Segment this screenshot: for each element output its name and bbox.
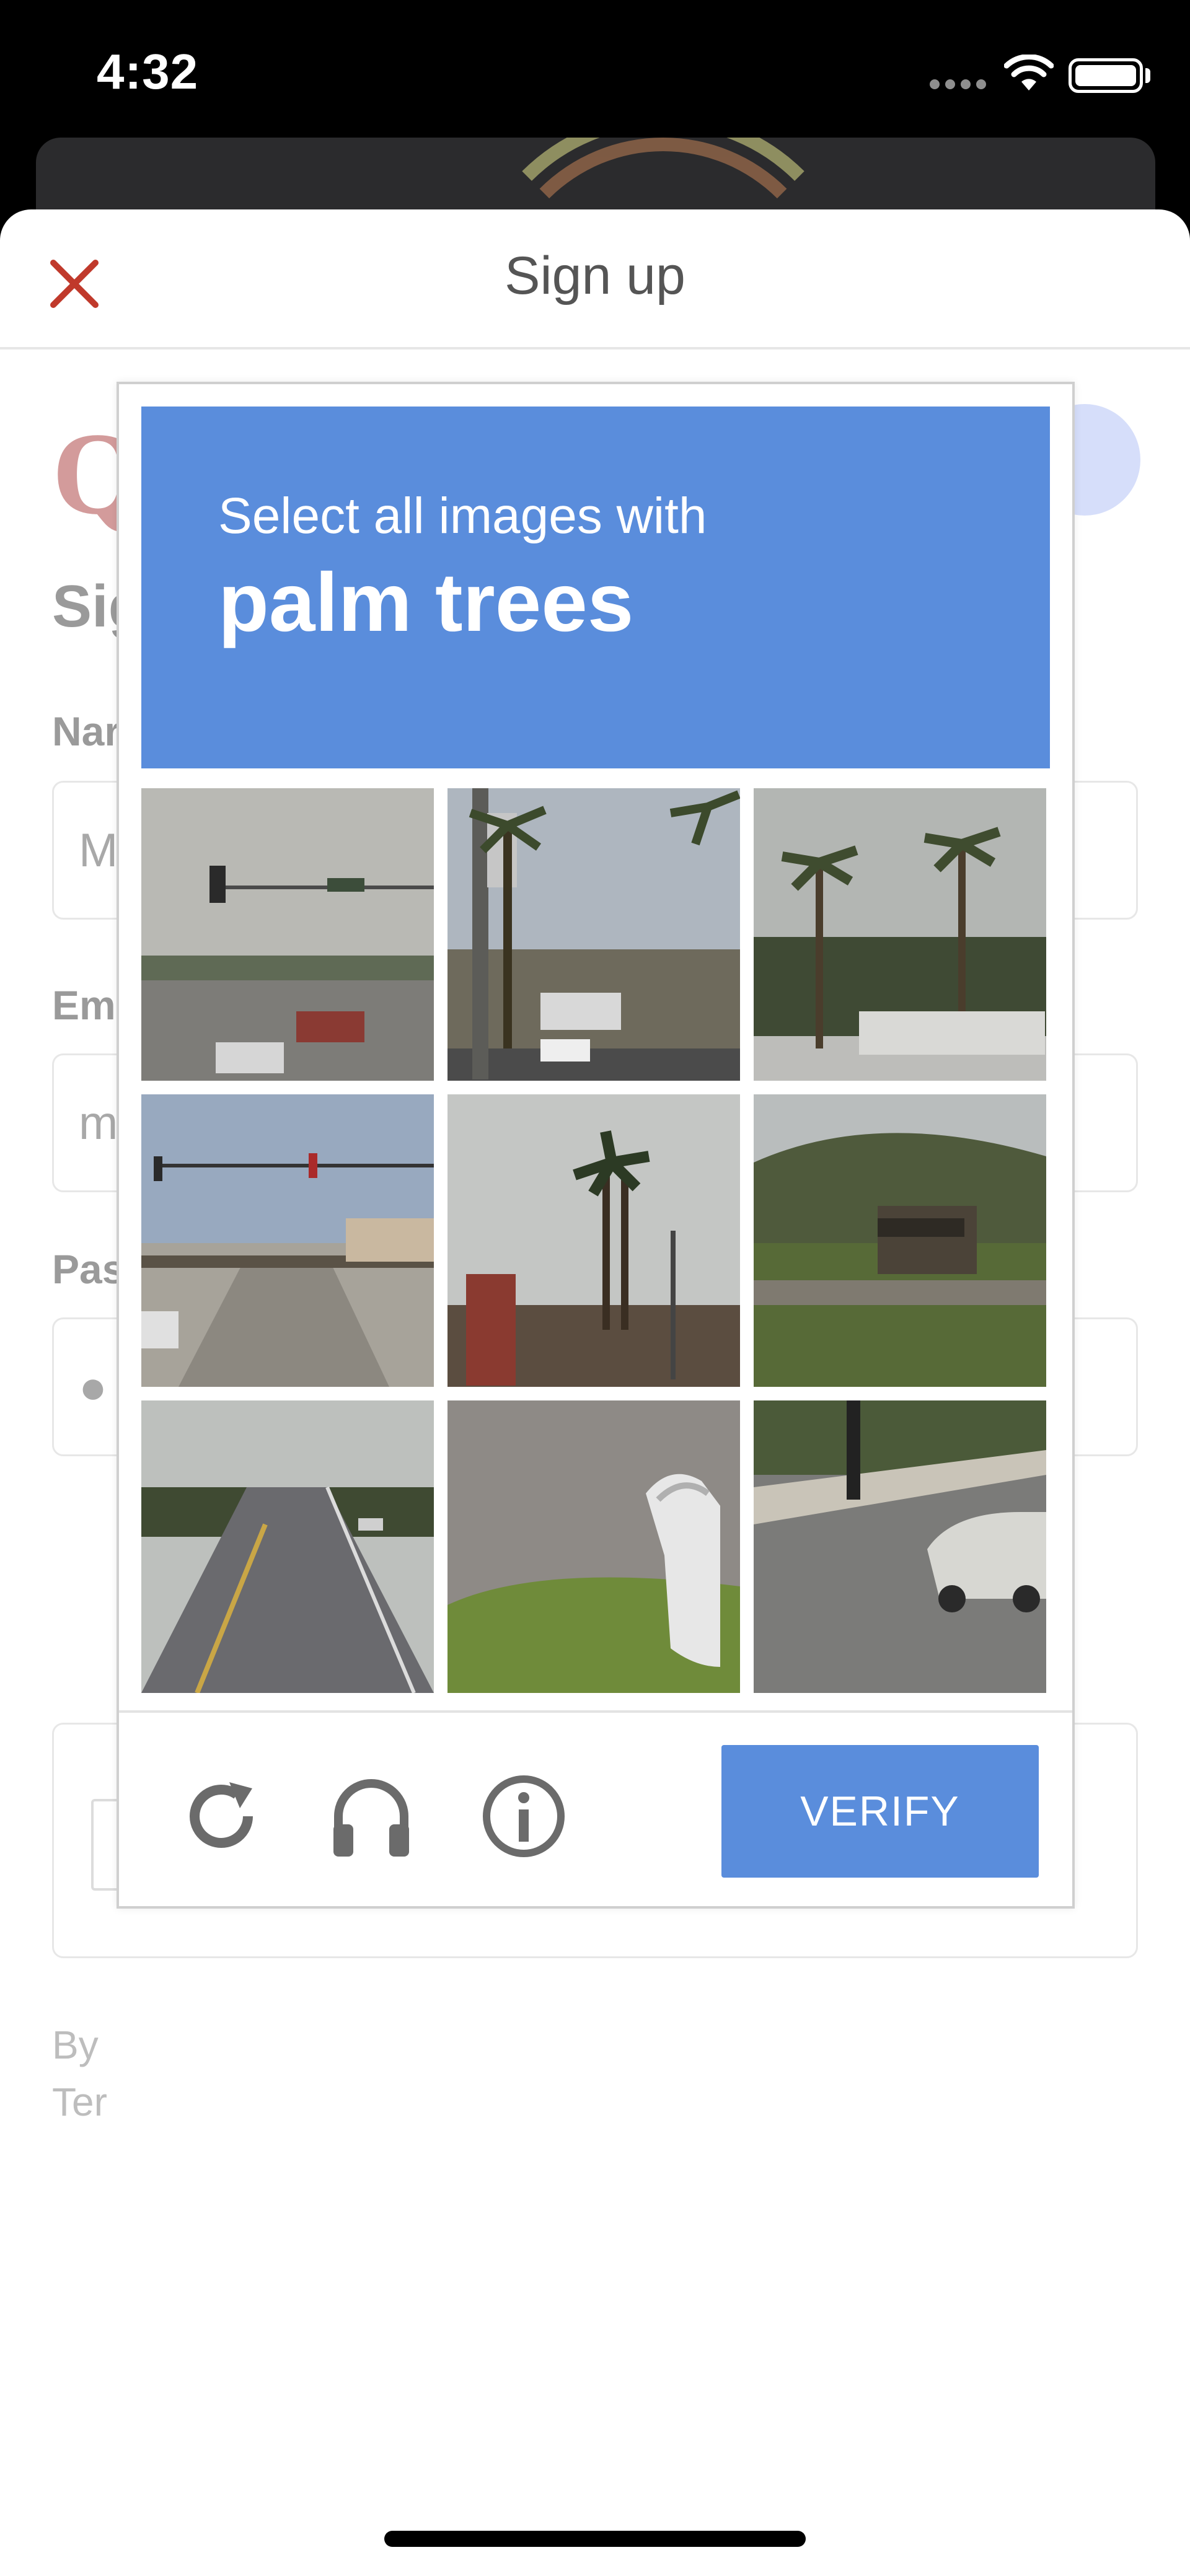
email-label: Em xyxy=(52,982,116,1028)
password-label: Pas xyxy=(52,1246,125,1292)
captcha-tile-6[interactable] xyxy=(754,1094,1046,1387)
home-indicator[interactable] xyxy=(384,2531,806,2547)
captcha-instruction: Select all images with xyxy=(218,488,707,544)
sheet-title: Sign up xyxy=(505,246,685,306)
captcha-image-grid xyxy=(141,788,1050,1693)
terms-line-1: By xyxy=(52,2023,99,2067)
captcha-header: Select all images with palm trees xyxy=(141,407,1050,768)
captcha-tile-9[interactable] xyxy=(754,1400,1046,1693)
captcha-tile-5[interactable] xyxy=(447,1094,740,1387)
reload-icon[interactable] xyxy=(175,1770,268,1863)
battery-cap xyxy=(1145,68,1150,83)
headphones-icon[interactable] xyxy=(325,1770,418,1863)
captcha-tile-3[interactable] xyxy=(754,788,1046,1081)
cellular-signal-icon xyxy=(930,79,987,89)
name-label: Nar xyxy=(52,708,121,754)
wifi-icon xyxy=(1004,55,1054,90)
verify-button[interactable]: VERIFY xyxy=(721,1745,1039,1878)
captcha-footer-divider xyxy=(119,1710,1072,1713)
captcha-tile-1[interactable] xyxy=(141,788,434,1081)
info-icon[interactable] xyxy=(477,1770,570,1863)
captcha-challenge: Select all images with palm trees VERIFY xyxy=(117,382,1075,1909)
terms-text: By Ter xyxy=(52,2016,107,2130)
terms-line-2: Ter xyxy=(52,2080,107,2124)
captcha-tile-7[interactable] xyxy=(141,1400,434,1693)
captcha-tile-4[interactable] xyxy=(141,1094,434,1387)
captcha-tile-2[interactable] xyxy=(447,788,740,1081)
captcha-tile-8[interactable] xyxy=(447,1400,740,1693)
status-time: 4:32 xyxy=(97,44,199,99)
email-field-value: m xyxy=(79,1097,118,1150)
name-field-value: M xyxy=(79,824,118,877)
password-field-value: ● xyxy=(79,1361,107,1413)
captcha-target: palm trees xyxy=(218,556,634,649)
battery-icon xyxy=(1069,58,1143,93)
